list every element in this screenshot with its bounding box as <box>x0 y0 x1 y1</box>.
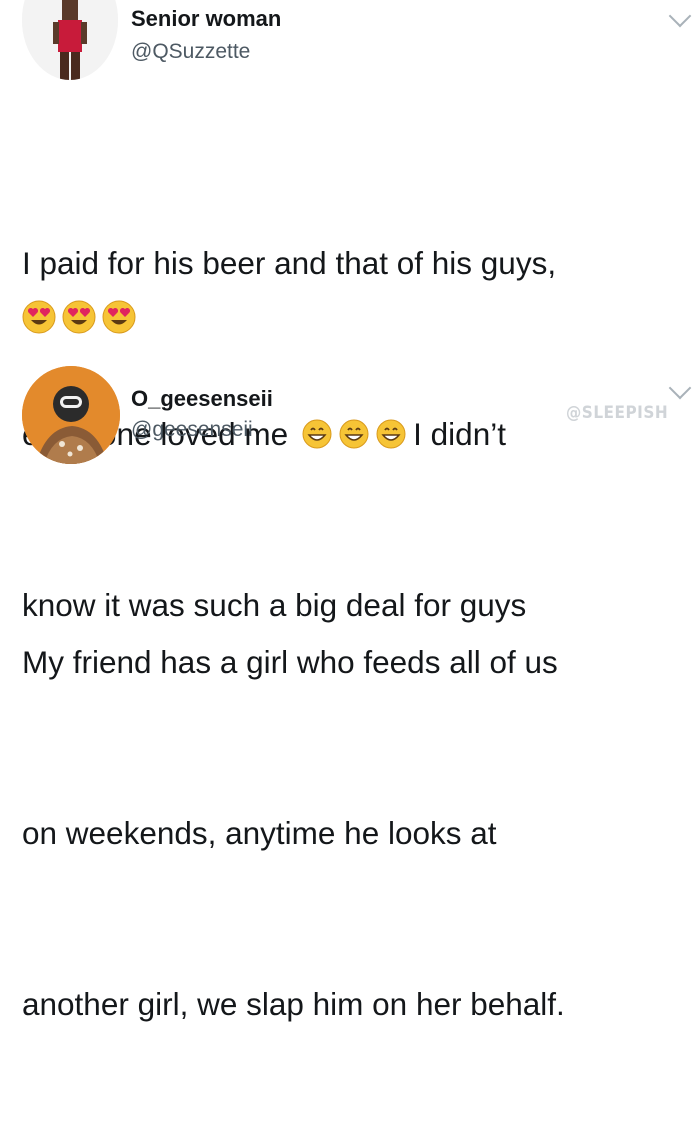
tweet-text-line: on weekends, anytime he looks at <box>22 815 497 851</box>
tweet-text-line: I paid for his beer and that of his guys… <box>22 245 557 281</box>
display-name[interactable]: Senior woman <box>131 6 281 32</box>
emoji-row <box>22 300 136 334</box>
chevron-down-icon[interactable] <box>668 376 692 400</box>
astronaut-avatar-icon <box>22 366 120 464</box>
tweet-text-line: My friend has a girl who feeds all of us <box>22 644 558 680</box>
tweet-senior-woman[interactable]: Senior woman @QSuzzette I paid for his b… <box>0 0 700 623</box>
avatar[interactable] <box>22 0 118 80</box>
heart-eyes-emoji <box>22 300 56 334</box>
avatar[interactable] <box>22 366 120 464</box>
tweet-text-line: another girl, we slap him on her behalf. <box>22 986 565 1022</box>
person-photo-icon <box>22 0 118 80</box>
watermark: @SLEEPISH <box>566 403 669 423</box>
chevron-down-icon[interactable] <box>668 4 692 28</box>
display-name[interactable]: O_geesenseii <box>131 386 273 412</box>
tweet-text: My friend has a girl who feeds all of us… <box>22 520 686 1147</box>
tweet-o-geesenseii[interactable]: O_geesenseii @geesenseii @SLEEPISH My fr… <box>0 350 700 1022</box>
user-handle[interactable]: @geesenseii <box>131 418 253 442</box>
heart-eyes-emoji <box>102 300 136 334</box>
user-handle[interactable]: @QSuzzette <box>131 40 250 64</box>
heart-eyes-emoji <box>62 300 96 334</box>
